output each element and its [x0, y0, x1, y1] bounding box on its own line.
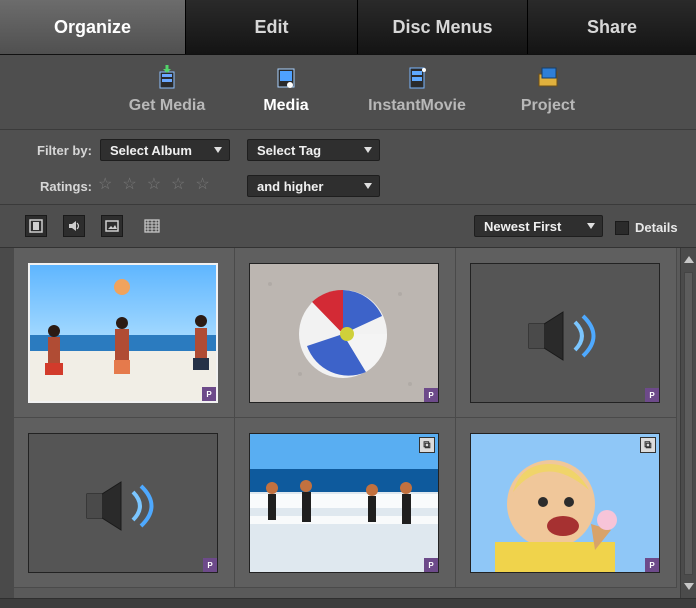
- thumbnail-photo[interactable]: ⧉ P: [249, 433, 439, 573]
- video-filter-button[interactable]: [25, 215, 47, 237]
- subnav-media[interactable]: Media: [231, 65, 341, 115]
- thumbnail-photo[interactable]: P: [28, 263, 218, 403]
- chevron-down-icon: [214, 147, 222, 153]
- scroll-thumb[interactable]: [684, 272, 693, 575]
- audio-thumb: [29, 434, 217, 572]
- thumbnail-photo[interactable]: ⧉ P: [470, 433, 660, 573]
- tab-edit[interactable]: Edit: [186, 0, 358, 54]
- chevron-down-icon: [364, 183, 372, 189]
- film-icon: [29, 219, 43, 233]
- sort-select-value: Newest First: [484, 218, 562, 234]
- media-grid: P P P P ⧉ P ⧉ P: [14, 248, 680, 598]
- project-badge: P: [202, 387, 216, 401]
- get-media-icon: [159, 65, 175, 89]
- project-badge: P: [203, 558, 217, 572]
- details-checkbox[interactable]: [615, 221, 629, 235]
- project-badge: P: [645, 388, 659, 402]
- star-icon[interactable]: ☆: [171, 177, 185, 193]
- rating-mode-select[interactable]: and higher: [247, 175, 380, 197]
- tab-label: Disc Menus: [392, 16, 493, 37]
- ratings-label: Ratings:: [40, 179, 92, 194]
- subnav-bar: Get Media Media InstantMovie Project: [0, 55, 696, 130]
- tag-select[interactable]: Select Tag: [247, 139, 380, 161]
- kids-surf-photo: [250, 434, 438, 572]
- audio-filter-button[interactable]: [63, 215, 85, 237]
- tab-label: Edit: [254, 16, 289, 37]
- chevron-down-icon: [364, 147, 372, 153]
- tag-select-value: Select Tag: [257, 142, 322, 158]
- tab-label: Organize: [53, 16, 132, 37]
- top-tabs: Organize Edit Disc Menus Share: [0, 0, 696, 55]
- rating-mode-value: and higher: [257, 178, 324, 194]
- stack-badge-icon: ⧉: [419, 437, 435, 453]
- vertical-scrollbar[interactable]: [680, 248, 696, 598]
- thumbnail-photo[interactable]: P: [249, 263, 439, 403]
- star-icon[interactable]: ☆: [122, 177, 136, 193]
- tab-label: Share: [586, 16, 638, 37]
- tab-disc-menus[interactable]: Disc Menus: [358, 0, 528, 54]
- tab-organize[interactable]: Organize: [0, 0, 186, 54]
- audio-thumb: [471, 264, 659, 402]
- media-cell[interactable]: P: [14, 248, 235, 418]
- album-select[interactable]: Select Album: [100, 139, 230, 161]
- calendar-icon: [144, 219, 160, 233]
- view-toolbar: Newest First: [0, 205, 696, 248]
- subnav-instantmovie[interactable]: InstantMovie: [362, 65, 472, 115]
- project-badge: P: [424, 558, 438, 572]
- thumbnail-audio[interactable]: P: [470, 263, 660, 403]
- chevron-down-icon: [587, 223, 595, 229]
- filters-panel: Filter by: Select Album Select Tag Ratin…: [0, 130, 696, 205]
- sort-select[interactable]: Newest First: [474, 215, 603, 237]
- subnav-label: Project: [520, 97, 576, 114]
- star-icon[interactable]: ☆: [147, 177, 161, 193]
- album-select-value: Select Album: [110, 142, 192, 158]
- media-cell[interactable]: ⧉ P: [456, 418, 677, 588]
- image-filter-button[interactable]: [101, 215, 123, 237]
- subnav-label: InstantMovie: [368, 97, 466, 114]
- media-icon: [277, 68, 295, 88]
- kids-beach-photo: [30, 265, 216, 401]
- subnav-label: Media: [263, 97, 309, 114]
- subnav-get-media[interactable]: Get Media: [112, 65, 222, 115]
- subnav-project[interactable]: Project: [493, 65, 603, 115]
- beach-ball-photo: [250, 264, 438, 402]
- star-icon[interactable]: ☆: [98, 177, 112, 193]
- boy-ice-cream-photo: [471, 434, 659, 572]
- subnav-label: Get Media: [128, 97, 206, 114]
- project-badge: P: [424, 388, 438, 402]
- media-cell[interactable]: ⧉ P: [235, 418, 456, 588]
- speaker-icon: [69, 221, 80, 231]
- thumbnail-audio[interactable]: P: [28, 433, 218, 573]
- details-label: Details: [635, 220, 678, 235]
- image-icon: [105, 220, 119, 232]
- rating-stars[interactable]: ☆ ☆ ☆ ☆ ☆: [98, 177, 210, 193]
- project-badge: P: [645, 558, 659, 572]
- organizer-window: Organize Edit Disc Menus Share Get Media…: [0, 0, 696, 608]
- filter-by-label: Filter by:: [37, 143, 92, 158]
- scroll-up-icon[interactable]: [684, 256, 694, 263]
- star-icon[interactable]: ☆: [195, 177, 209, 193]
- stack-badge-icon: ⧉: [640, 437, 656, 453]
- tab-share[interactable]: Share: [528, 0, 696, 54]
- instant-movie-icon: [409, 67, 426, 89]
- media-cell[interactable]: P: [14, 418, 235, 588]
- scroll-down-icon[interactable]: [684, 583, 694, 590]
- media-cell[interactable]: P: [235, 248, 456, 418]
- calendar-view-button[interactable]: [141, 215, 163, 237]
- media-cell[interactable]: P: [456, 248, 677, 418]
- project-icon: [538, 67, 558, 87]
